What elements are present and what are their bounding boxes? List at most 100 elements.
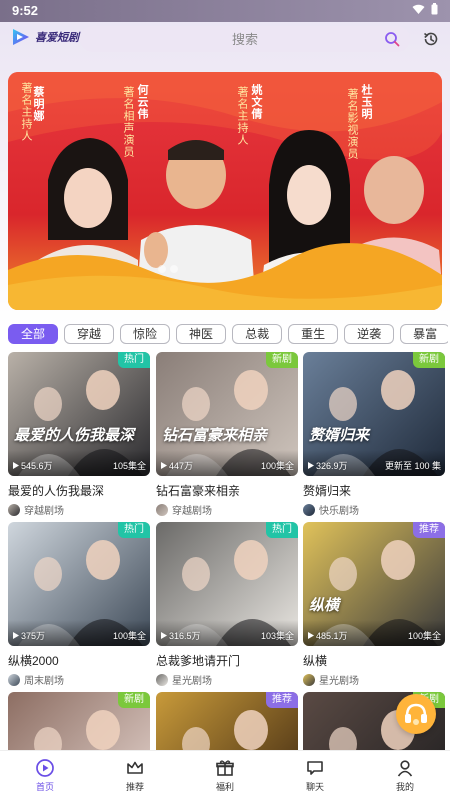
drama-card[interactable]: 热门 316.5万 103集全总裁爹地请开门 星光剧场 bbox=[156, 522, 298, 687]
search-input[interactable] bbox=[80, 26, 410, 52]
system-icons bbox=[412, 3, 438, 15]
history-icon[interactable] bbox=[422, 30, 440, 48]
category-tab[interactable]: 逆袭 bbox=[344, 324, 395, 344]
episode-count: 更新至 100 集 bbox=[384, 461, 441, 471]
tab-label: 聊天 bbox=[305, 782, 324, 792]
drama-poster[interactable]: 热门 316.5万 103集全 bbox=[156, 522, 298, 646]
status-badge: 新剧 bbox=[413, 352, 445, 368]
drama-card[interactable]: 纵横 推荐 485.1万 100集全 纵横 星光剧场 bbox=[303, 522, 445, 687]
view-count: 316.5万 bbox=[160, 629, 201, 642]
tab-label: 福利 bbox=[215, 782, 234, 792]
source-name: 星光剧场 bbox=[319, 676, 359, 687]
tab-gift[interactable]: 福利 bbox=[180, 751, 270, 800]
status-bar-bg bbox=[0, 0, 450, 22]
drama-title[interactable]: 最爱的人伤我最深 bbox=[8, 482, 150, 499]
source-avatar bbox=[8, 503, 20, 516]
source-avatar bbox=[156, 503, 168, 516]
status-badge: 新剧 bbox=[266, 352, 298, 368]
drama-title[interactable]: 赘婿归来 bbox=[303, 482, 445, 499]
category-tab[interactable]: 惊险 bbox=[120, 324, 171, 344]
host-3-name: 姚文倩 bbox=[250, 84, 262, 120]
drama-poster[interactable]: 赘婿归来 新剧 326.9万 更新至 100 集 bbox=[303, 352, 445, 476]
category-tab[interactable]: 重生 bbox=[288, 324, 339, 344]
view-count-text: 485.1万 bbox=[316, 631, 348, 641]
tab-label: 推荐 bbox=[125, 782, 144, 792]
episode-count: 103集全 bbox=[260, 631, 294, 641]
drama-title[interactable]: 总裁爹地请开门 bbox=[156, 652, 298, 669]
banner-dot[interactable] bbox=[158, 265, 166, 273]
home-icon bbox=[36, 759, 54, 777]
source-name: 穿越剧场 bbox=[172, 506, 212, 517]
view-count-text: 375万 bbox=[21, 631, 46, 641]
play-icon bbox=[13, 632, 19, 639]
play-icon bbox=[161, 462, 167, 469]
logo-play-icon bbox=[13, 29, 29, 45]
drama-card[interactable]: 最爱的人伤我最深 热门 545.6万 105集全 最爱的人伤我最深 穿越剧场 bbox=[8, 352, 150, 517]
category-tab[interactable]: 暴富 bbox=[400, 324, 448, 344]
view-count: 326.9万 bbox=[307, 459, 348, 472]
play-icon bbox=[13, 462, 19, 469]
category-tab[interactable]: 神医 bbox=[176, 324, 227, 344]
source-avatar bbox=[8, 673, 20, 686]
app-logo: 喜爱短剧 bbox=[10, 26, 79, 48]
status-badge: 热门 bbox=[118, 522, 150, 538]
bottom-tab-bar: 首页 推荐 福利 聊天 我的 bbox=[0, 750, 450, 800]
category-tab[interactable]: 全部 bbox=[8, 324, 59, 344]
poster-title-art: 赘婿归来 bbox=[309, 427, 370, 444]
promo-banner[interactable]: 著名主持人 蔡明娜 著名相声演员 何云伟 著名主持人 姚文倩 著名影视演员 杜玉… bbox=[8, 72, 442, 310]
view-count: 545.6万 bbox=[12, 459, 53, 472]
drama-source: 星光剧场 bbox=[303, 672, 445, 687]
source-name: 快乐剧场 bbox=[319, 506, 359, 517]
drama-title[interactable]: 纵横2000 bbox=[8, 652, 150, 669]
drama-title[interactable]: 纵横 bbox=[303, 652, 445, 669]
battery-icon bbox=[431, 3, 438, 15]
banner-pagination[interactable] bbox=[158, 265, 178, 273]
tab-label: 我的 bbox=[395, 782, 414, 792]
poster-title-art: 钻石富豪来相亲 bbox=[162, 427, 268, 444]
episode-count: 105集全 bbox=[112, 461, 146, 471]
app-header: 喜爱短剧 bbox=[0, 22, 450, 58]
drama-source: 周末剧场 bbox=[8, 672, 150, 687]
status-badge: 新剧 bbox=[118, 692, 150, 708]
category-tab[interactable]: 总裁 bbox=[232, 324, 283, 344]
drama-poster[interactable]: 纵横 推荐 485.1万 100集全 bbox=[303, 522, 445, 646]
drama-poster[interactable]: 最爱的人伤我最深 热门 545.6万 105集全 bbox=[8, 352, 150, 476]
status-badge: 热门 bbox=[118, 352, 150, 368]
banner-dot[interactable] bbox=[170, 265, 178, 273]
tab-profile[interactable]: 我的 bbox=[360, 751, 450, 800]
drama-card[interactable]: 热门 375万 100集全纵横2000 周末剧场 bbox=[8, 522, 150, 687]
crown-icon bbox=[127, 761, 143, 774]
chat-icon bbox=[307, 761, 323, 775]
tab-home[interactable]: 首页 bbox=[0, 751, 90, 800]
headset-icon bbox=[405, 703, 427, 725]
drama-card[interactable]: 赘婿归来 新剧 326.9万 更新至 100 集赘婿归来 快乐剧场 bbox=[303, 352, 445, 517]
view-count-text: 545.6万 bbox=[21, 461, 53, 471]
category-tab[interactable]: 穿越 bbox=[64, 324, 115, 344]
customer-service-button[interactable] bbox=[396, 694, 436, 734]
poster-title-art: 最爱的人伤我最深 bbox=[14, 427, 135, 444]
search-box[interactable] bbox=[80, 26, 410, 52]
episode-count: 100集全 bbox=[112, 631, 146, 641]
host-2-name: 何云伟 bbox=[136, 84, 148, 120]
view-count-text: 447万 bbox=[169, 461, 194, 471]
drama-title[interactable]: 钻石富豪来相亲 bbox=[156, 482, 298, 499]
status-badge: 热门 bbox=[266, 522, 298, 538]
episode-count: 100集全 bbox=[260, 461, 294, 471]
play-icon bbox=[161, 632, 167, 639]
drama-card[interactable]: 钻石富豪来相亲 新剧 447万 100集全 钻石富豪来相亲 穿越剧场 bbox=[156, 352, 298, 517]
drama-poster[interactable]: 热门 375万 100集全 bbox=[8, 522, 150, 646]
tab-chat[interactable]: 聊天 bbox=[270, 751, 360, 800]
source-name: 穿越剧场 bbox=[24, 506, 64, 517]
tab-crown[interactable]: 推荐 bbox=[90, 751, 180, 800]
source-avatar bbox=[303, 673, 315, 686]
poster-title-art: 纵横 bbox=[309, 597, 340, 614]
app-root: 9:52 喜爱短剧 搜索 著名主持人 蔡明娜 著名相声演员 何云伟 著名主持人 … bbox=[0, 0, 450, 800]
drama-source: 快乐剧场 bbox=[303, 502, 445, 517]
profile-icon bbox=[397, 760, 413, 777]
source-avatar bbox=[303, 503, 315, 516]
status-time: 9:52 bbox=[12, 3, 39, 18]
drama-poster[interactable]: 钻石富豪来相亲 新剧 447万 100集全 bbox=[156, 352, 298, 476]
source-avatar bbox=[156, 673, 168, 686]
drama-source: 星光剧场 bbox=[156, 672, 298, 687]
search-icon[interactable] bbox=[384, 31, 400, 47]
